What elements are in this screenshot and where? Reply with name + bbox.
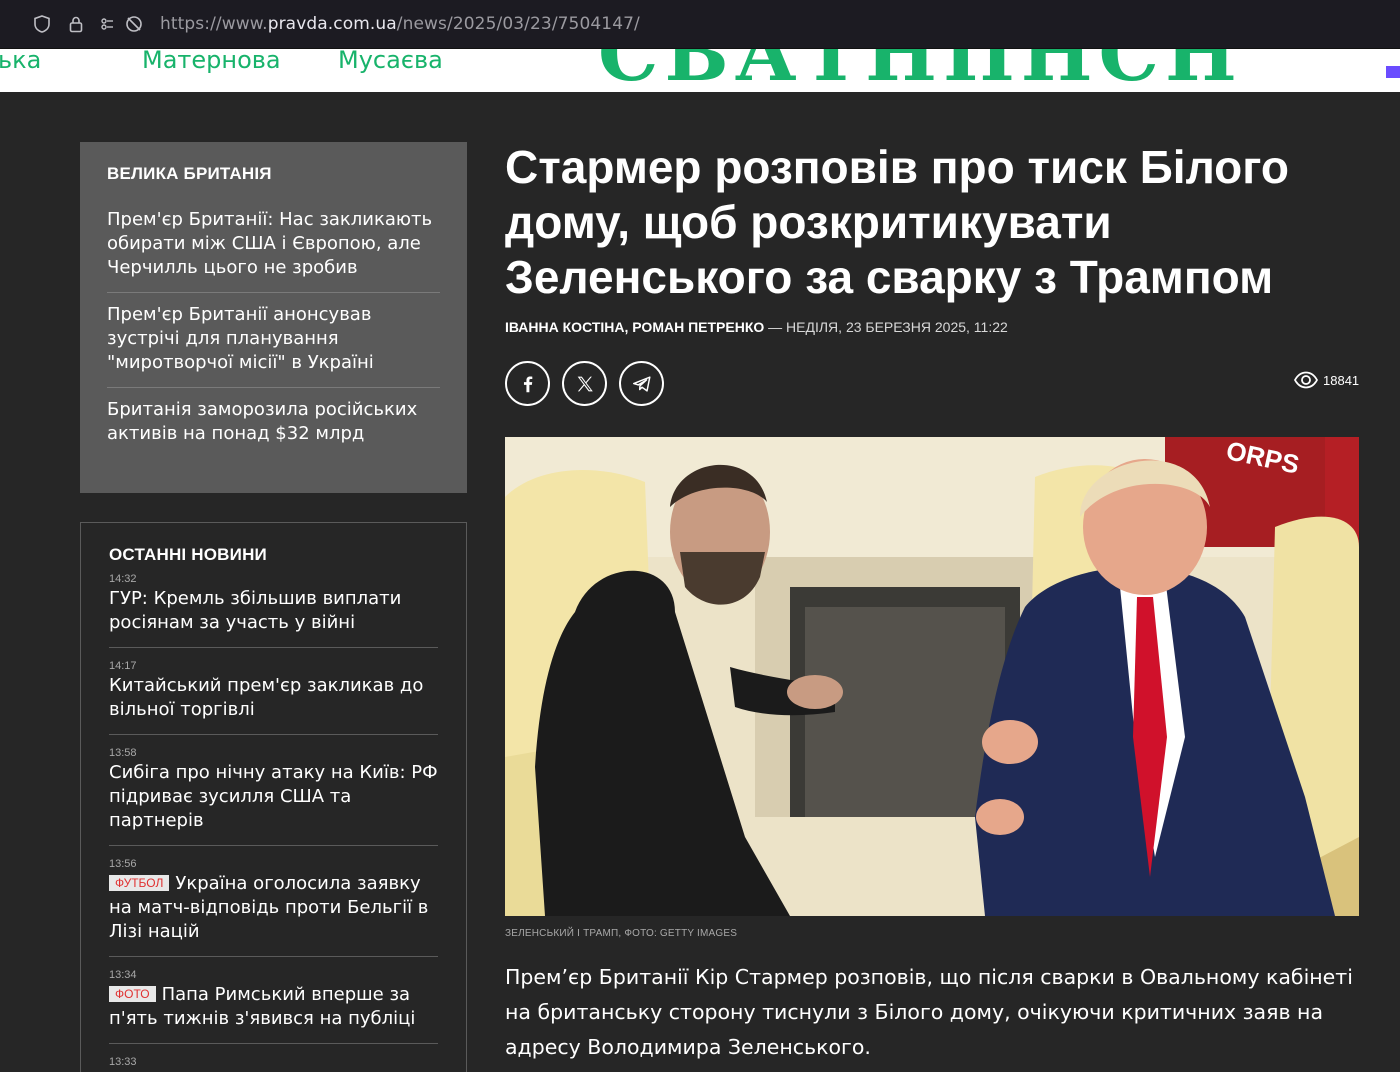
url-path: /news/2025/03/23/7504147/: [396, 14, 640, 34]
share-buttons: [505, 361, 664, 406]
category-tag[interactable]: Футбол: [109, 875, 170, 891]
article-authors[interactable]: Іванна Костіна, Роман Петренко: [505, 319, 764, 335]
related-news-item[interactable]: Британія заморозила російських активів н…: [107, 388, 440, 458]
telegram-icon: [632, 375, 651, 392]
article-photo[interactable]: ORPS: [505, 437, 1359, 916]
url-text[interactable]: https://www.pravda.com.ua/news/2025/03/2…: [160, 14, 640, 34]
tracking-blocked-icon[interactable]: [120, 10, 148, 38]
list-item[interactable]: 13:56 Футбол Україна оголосила заявку на …: [109, 846, 438, 957]
related-news-title[interactable]: Велика Британія: [107, 164, 440, 184]
news-title[interactable]: ГУР: Кремль збільшив виплати росіянам за…: [109, 587, 438, 635]
news-title-wrap[interactable]: Футбол Україна оголосила заявку на матч-в…: [109, 872, 438, 944]
news-time: 13:33: [109, 1056, 137, 1068]
url-prefix: https://www.: [160, 14, 268, 34]
article-date: Неділя, 23 березня 2025, 11:22: [786, 319, 1008, 335]
shield-icon[interactable]: [28, 10, 56, 38]
related-news-item[interactable]: Прем'єр Британії анонсував зустрічі для …: [107, 293, 440, 388]
telegram-share-button[interactable]: [619, 361, 664, 406]
facebook-share-button[interactable]: [505, 361, 550, 406]
related-news-box: Велика Британія Прем'єр Британії: Нас за…: [80, 142, 467, 493]
latest-news-box: Останні новини 14:32 ГУР: Кремль збільши…: [80, 522, 467, 1072]
related-news-item[interactable]: Прем'єр Британії: Нас закликають обирати…: [107, 198, 440, 293]
eye-icon: [1293, 371, 1319, 389]
x-icon: [577, 376, 593, 391]
lock-icon[interactable]: [62, 10, 90, 38]
latest-news-title[interactable]: Останні новини: [109, 545, 438, 565]
url-host: pravda.com.ua: [267, 14, 397, 34]
news-time: 14:32: [109, 573, 137, 585]
browser-url-bar: https://www.pravda.com.ua/news/2025/03/2…: [0, 0, 1400, 49]
banner-accent: [1386, 66, 1400, 78]
list-item[interactable]: 14:17 Китайський прем'єр закликав до віл…: [109, 648, 438, 735]
banner-item[interactable]: Мусаєва: [338, 49, 443, 72]
banner-logo[interactable]: СВАТНПНСН: [598, 49, 1243, 92]
news-time: 13:56: [109, 858, 137, 870]
view-count: 18841: [1323, 372, 1360, 388]
article-lead: Прем’єр Британії Кір Стармер розповів, щ…: [505, 965, 1353, 1059]
list-item[interactable]: 13:58 Сибіга про нічну атаку на Київ: РФ…: [109, 735, 438, 846]
photo-caption: Зеленський і Трамп, фото: Getty Images: [505, 928, 738, 939]
news-time: 14:17: [109, 660, 137, 672]
list-item[interactable]: 13:34 Фото Папа Римський вперше за п'ять …: [109, 957, 438, 1044]
category-tag[interactable]: Фото: [109, 986, 156, 1002]
news-title[interactable]: Китайський прем'єр закликав до вільної т…: [109, 674, 438, 722]
x-share-button[interactable]: [562, 361, 607, 406]
banner-item[interactable]: Матернова: [142, 49, 281, 72]
list-item[interactable]: 14:32 ГУР: Кремль збільшив виплати росія…: [109, 569, 438, 648]
news-title[interactable]: Сибіга про нічну атаку на Київ: РФ підри…: [109, 761, 438, 833]
byline-separator: —: [764, 319, 787, 335]
article-headline: Стармер розповів про тиск Білого дому, щ…: [505, 141, 1289, 303]
news-time: 13:58: [109, 747, 137, 759]
facebook-icon: [523, 375, 532, 392]
view-counter: 18841: [1293, 371, 1359, 389]
list-item[interactable]: 13:33: [109, 1044, 438, 1072]
top-banner: ька Матернова Мусаєва СВАТНПНСН: [0, 49, 1400, 92]
article-byline: Іванна Костіна, Роман Петренко — Неділя,…: [505, 319, 1008, 335]
banner-item[interactable]: ька: [0, 49, 41, 72]
news-title-wrap[interactable]: Фото Папа Римський вперше за п'ять тижнів…: [109, 983, 438, 1031]
news-time: 13:34: [109, 969, 137, 981]
